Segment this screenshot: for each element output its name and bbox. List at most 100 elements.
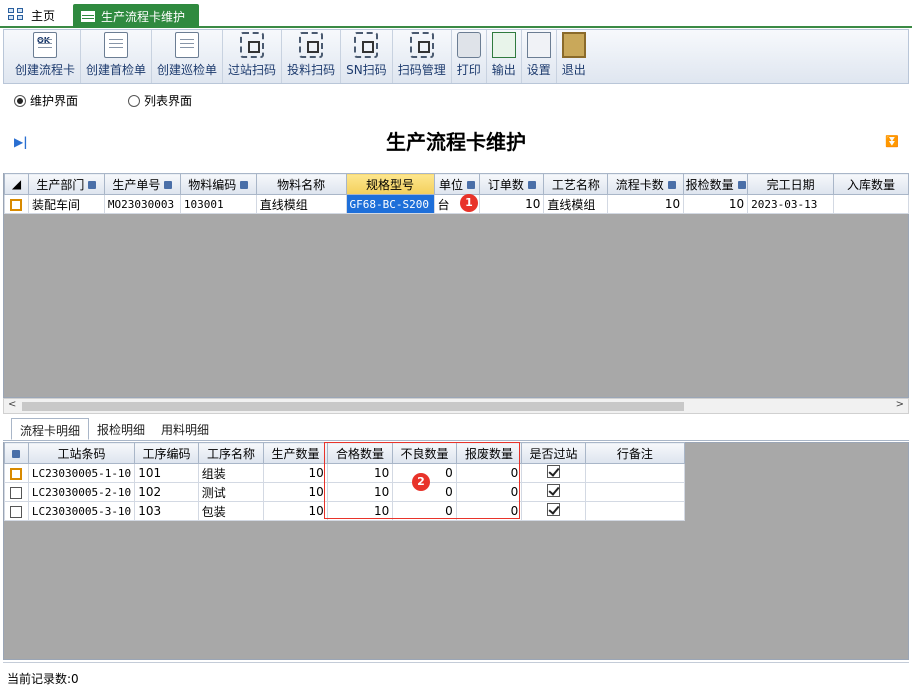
- scan-icon: [299, 32, 324, 58]
- export-button[interactable]: 输出: [487, 30, 522, 83]
- col-inspect-qty[interactable]: 报检数量: [683, 173, 749, 195]
- scan-management-button[interactable]: 扫码管理: [393, 30, 452, 83]
- col-stock-qty[interactable]: 入库数量: [833, 173, 909, 195]
- cell-passed[interactable]: [521, 463, 586, 483]
- station-scan-button[interactable]: 过站扫码: [223, 30, 283, 83]
- cell-remark[interactable]: [584, 482, 686, 502]
- cell-op-code[interactable]: 101: [134, 463, 199, 483]
- corner-header: ◢: [4, 173, 29, 195]
- sn-scan-button[interactable]: SN扫码: [341, 30, 393, 83]
- tab-flow-card-detail[interactable]: 流程卡明细: [11, 418, 90, 440]
- create-first-inspection-button[interactable]: 创建首检单: [81, 30, 153, 83]
- col-finish-date[interactable]: 完工日期: [747, 173, 835, 195]
- tab-active-label: 生产流程卡维护: [101, 9, 186, 24]
- tab-home[interactable]: 主页: [8, 4, 55, 26]
- page-title: 生产流程卡维护: [386, 130, 526, 154]
- cell-order-no[interactable]: MO23030003: [103, 194, 181, 214]
- col-material-code[interactable]: 物料编码: [179, 173, 257, 195]
- settings-icon: [526, 32, 551, 58]
- col-op-code[interactable]: 工序编码: [134, 442, 199, 464]
- create-flow-card-button[interactable]: 创建流程卡: [10, 30, 82, 83]
- scroll-left-icon[interactable]: <: [8, 399, 16, 410]
- col-prod-qty[interactable]: 生产数量: [263, 442, 328, 464]
- col-remark[interactable]: 行备注: [584, 442, 686, 464]
- tab-material-detail[interactable]: 用料明细: [153, 418, 217, 440]
- settings-button[interactable]: 设置: [522, 30, 557, 83]
- tab-inspection-detail[interactable]: 报检明细: [89, 418, 153, 440]
- table-row[interactable]: 装配车间 MO23030003 103001 直线模组 GF68-BC-S200…: [4, 194, 909, 214]
- cell-op-name[interactable]: 组装: [197, 463, 265, 483]
- cell-prod-qty[interactable]: 10: [263, 501, 328, 521]
- row-checkbox[interactable]: [10, 505, 23, 518]
- cell-material-code[interactable]: 103001: [179, 194, 257, 214]
- col-dept[interactable]: 生产部门: [27, 173, 105, 195]
- col-order-qty[interactable]: 订单数: [479, 173, 545, 195]
- col-process-name[interactable]: 工艺名称: [543, 173, 609, 195]
- cell-op-name[interactable]: 包装: [197, 501, 265, 521]
- annotation-badge-2: 2: [412, 473, 430, 491]
- cell-op-code[interactable]: 103: [134, 501, 199, 521]
- cell-passed[interactable]: [521, 501, 586, 521]
- col-card-qty[interactable]: 流程卡数: [607, 173, 685, 195]
- cell-barcode[interactable]: LC23030005-3-10: [27, 501, 136, 521]
- col-barcode[interactable]: 工站条码: [27, 442, 136, 464]
- cell-order-qty[interactable]: 10: [479, 194, 545, 214]
- create-patrol-inspection-button[interactable]: 创建巡检单: [152, 30, 224, 83]
- passed-checkbox[interactable]: [547, 503, 561, 516]
- cell-passed[interactable]: [521, 482, 586, 502]
- cell-card-qty[interactable]: 10: [607, 194, 685, 214]
- cell-op-name[interactable]: 测试: [197, 482, 265, 502]
- row-select-cell[interactable]: [4, 194, 29, 214]
- cell-process-name[interactable]: 直线模组: [543, 194, 609, 214]
- material-scan-button[interactable]: 投料扫码: [282, 30, 342, 83]
- row-checkbox[interactable]: [10, 486, 23, 499]
- row-checkbox[interactable]: [10, 198, 23, 211]
- scan-icon: [354, 32, 379, 58]
- row-checkbox[interactable]: [10, 467, 23, 480]
- col-passed[interactable]: 是否过站: [521, 442, 586, 464]
- create-flow-card-label: 创建流程卡: [15, 63, 76, 77]
- scroll-right-icon[interactable]: >: [896, 399, 904, 410]
- cell-inspect-qty[interactable]: 10: [683, 194, 749, 214]
- print-label: 打印: [456, 63, 481, 77]
- cell-remark[interactable]: [584, 501, 686, 521]
- cell-spec-selected[interactable]: GF68-BC-S200: [345, 194, 435, 214]
- cell-op-code[interactable]: 102: [134, 482, 199, 502]
- cell-stock-qty[interactable]: [833, 194, 909, 214]
- exit-button[interactable]: 退出: [557, 30, 591, 83]
- scrollbar-thumb[interactable]: [22, 402, 684, 411]
- cell-barcode[interactable]: LC23030005-2-10: [27, 482, 136, 502]
- passed-checkbox[interactable]: [547, 465, 561, 478]
- col-material-name[interactable]: 物料名称: [255, 173, 347, 195]
- cell-finish-date[interactable]: 2023-03-13: [747, 194, 835, 214]
- radio-list-label: 列表界面: [144, 94, 193, 108]
- collapse-down-icon[interactable]: ⏬: [885, 135, 899, 148]
- col-order-no[interactable]: 生产单号: [103, 173, 181, 195]
- cell-material-name[interactable]: 直线模组: [255, 194, 347, 214]
- col-op-name[interactable]: 工序名称: [197, 442, 265, 464]
- cell-prod-qty[interactable]: 10: [263, 482, 328, 502]
- radio-maintain-view[interactable]: 维护界面: [14, 92, 78, 109]
- lock-icon: [737, 181, 746, 189]
- row-select-cell[interactable]: [4, 482, 29, 502]
- tab-flow-card-maintenance[interactable]: 生产流程卡维护: [73, 4, 199, 28]
- create-patrol-inspection-label: 创建巡检单: [157, 63, 218, 77]
- col-spec[interactable]: 规格型号: [345, 173, 435, 195]
- horizontal-scrollbar[interactable]: < >: [3, 398, 909, 414]
- lock-icon: [527, 181, 536, 189]
- radio-circle-checked[interactable]: [14, 94, 26, 107]
- col-unit[interactable]: 单位: [433, 173, 481, 195]
- radio-circle[interactable]: [128, 94, 141, 107]
- annotation-badge-1: 1: [460, 194, 478, 212]
- cell-remark[interactable]: [584, 463, 686, 483]
- row-select-cell[interactable]: [4, 463, 29, 483]
- radio-list-view[interactable]: 列表界面: [128, 92, 192, 109]
- sn-scan-label: SN扫码: [346, 63, 387, 77]
- cell-dept[interactable]: 装配车间: [27, 194, 105, 214]
- passed-checkbox[interactable]: [547, 484, 561, 497]
- row-select-cell[interactable]: [4, 501, 29, 521]
- print-button[interactable]: 打印: [452, 30, 487, 83]
- cell-prod-qty[interactable]: 10: [263, 463, 328, 483]
- cell-barcode[interactable]: LC23030005-1-10: [27, 463, 136, 483]
- detail-tabs: 流程卡明细 报检明细 用料明细: [3, 418, 909, 441]
